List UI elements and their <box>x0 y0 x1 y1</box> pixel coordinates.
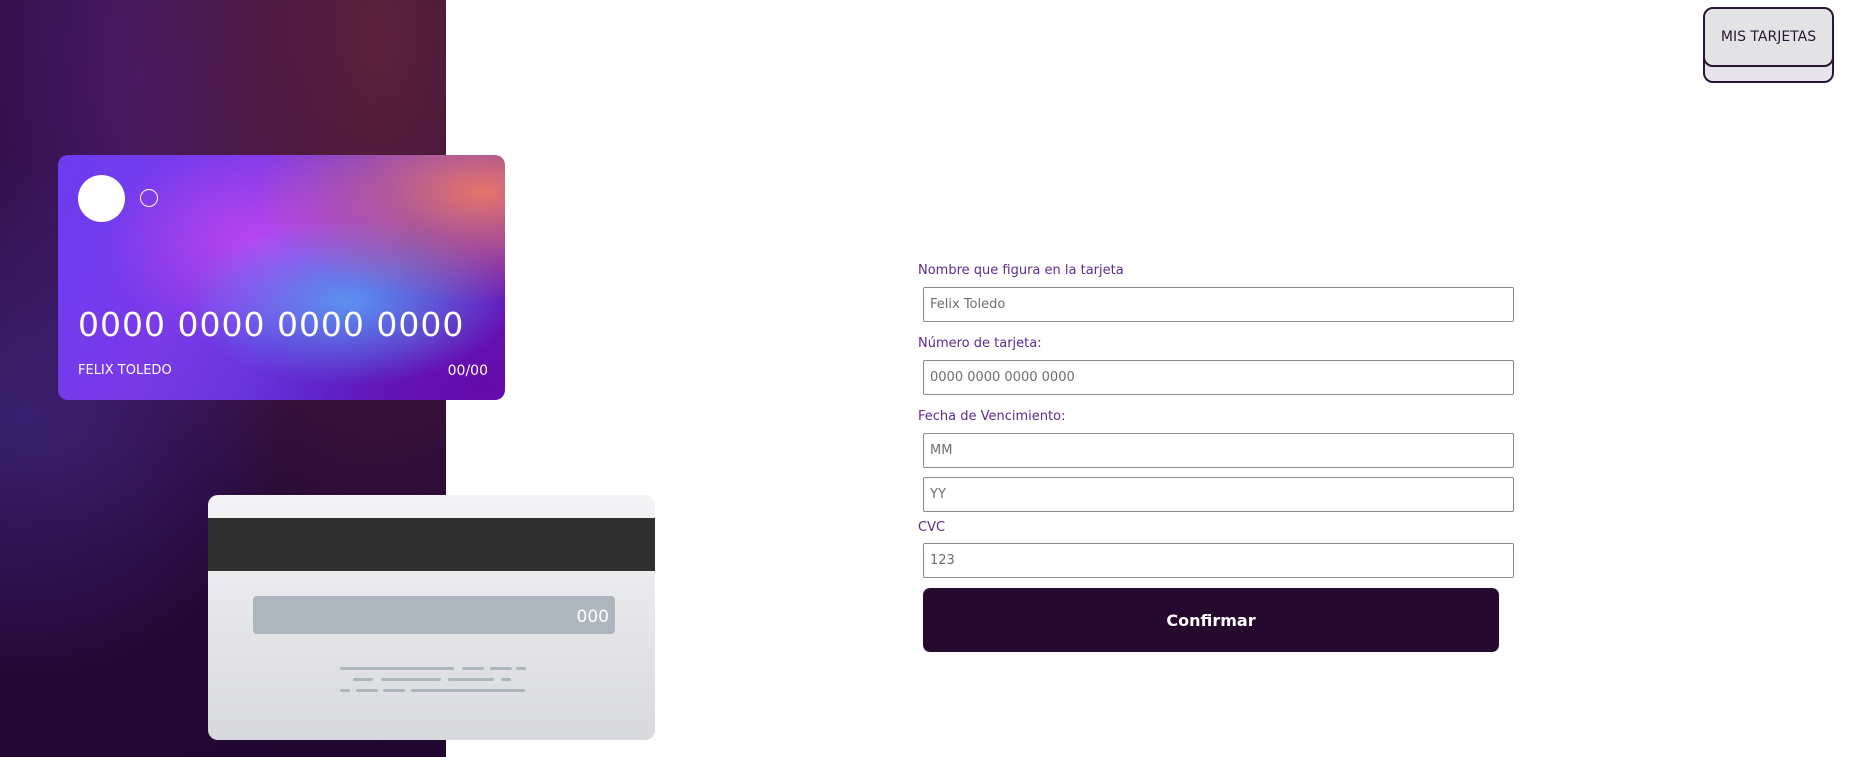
fine-print-line <box>340 667 454 670</box>
expiry-month-input[interactable] <box>923 433 1514 468</box>
card-logo-circle-small <box>140 189 158 207</box>
fine-print-line <box>381 678 441 681</box>
fine-print-line <box>353 678 373 681</box>
fine-print-line <box>356 689 378 692</box>
card-back-fine-print <box>208 495 655 740</box>
card-number-label: Número de tarjeta: <box>918 336 1042 351</box>
expiry-label: Fecha de Vencimiento: <box>918 409 1066 424</box>
name-label: Nombre que figura en la tarjeta <box>918 263 1124 278</box>
card-expiry-display: 00/00 <box>447 363 488 379</box>
card-holder-display: FELIX TOLEDO <box>78 363 172 378</box>
cvc-label: CVC <box>918 520 946 535</box>
fine-print-line <box>462 667 484 670</box>
fine-print-line <box>340 689 350 692</box>
cvc-input[interactable] <box>923 543 1514 578</box>
card-number-display: 0000 0000 0000 0000 <box>78 305 465 344</box>
fine-print-line <box>501 678 511 681</box>
fine-print-line <box>411 689 525 692</box>
card-form: Nombre que figura en la tarjeta Número d… <box>918 263 1518 652</box>
page: 0000 0000 0000 0000 FELIX TOLEDO 00/00 0… <box>0 0 1871 757</box>
card-number-input[interactable] <box>923 360 1514 395</box>
expiry-year-input[interactable] <box>923 477 1514 512</box>
fine-print-line <box>448 678 494 681</box>
card-front-preview: 0000 0000 0000 0000 FELIX TOLEDO 00/00 <box>58 155 505 400</box>
fine-print-line <box>490 667 512 670</box>
cardholder-name-input[interactable] <box>923 287 1514 322</box>
fine-print-line <box>516 667 526 670</box>
my-cards-button[interactable]: MIS TARJETAS <box>1703 7 1834 67</box>
card-logo-circle-large <box>78 175 125 222</box>
confirm-button[interactable]: Confirmar <box>923 588 1499 652</box>
fine-print-line <box>383 689 405 692</box>
card-back-preview: 000 <box>208 495 655 740</box>
my-cards-stack: MIS TARJETAS <box>1703 7 1834 85</box>
